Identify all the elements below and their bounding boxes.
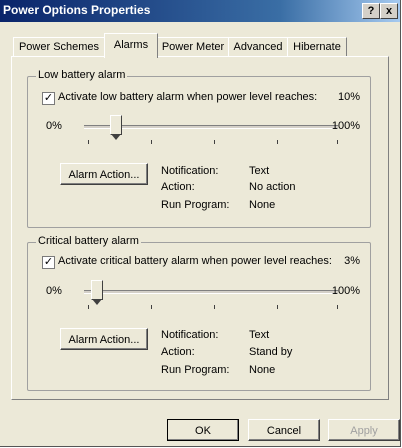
critical-alarm-action-button[interactable]: Alarm Action... xyxy=(60,328,148,350)
window-title: Power Options Properties xyxy=(3,3,151,17)
tab-alarms[interactable]: Alarms xyxy=(104,33,158,58)
low-battery-level: 10% xyxy=(337,91,360,103)
apply-button[interactable]: Apply xyxy=(328,419,400,441)
critical-battery-slider-track[interactable] xyxy=(84,290,338,294)
low-action-value: No action xyxy=(249,181,296,193)
low-battery-checkbox-label[interactable]: Activate low battery alarm when power le… xyxy=(58,91,317,103)
critical-slider-tick xyxy=(337,305,338,309)
help-button[interactable]: ? xyxy=(362,3,380,19)
power-options-dialog: Power Options Properties ? x Power Schem… xyxy=(0,0,401,447)
close-button[interactable]: x xyxy=(380,3,398,19)
low-notification-value: Text xyxy=(249,165,270,177)
low-slider-tick xyxy=(151,140,152,144)
low-battery-group-title: Low battery alarm xyxy=(36,69,128,81)
critical-run-program-value: None xyxy=(249,364,276,376)
low-slider-tick xyxy=(88,140,89,144)
low-slider-tick xyxy=(337,140,338,144)
critical-slider-tick xyxy=(151,305,152,309)
ok-button[interactable]: OK xyxy=(167,419,239,441)
critical-action-label: Action: xyxy=(161,346,195,358)
critical-slider-tick xyxy=(214,305,215,309)
tab-power-meter[interactable]: Power Meter xyxy=(157,37,229,57)
low-slider-max-label: 100% xyxy=(331,120,360,132)
cancel-button[interactable]: Cancel xyxy=(248,419,320,441)
critical-battery-group-title: Critical battery alarm xyxy=(36,235,141,247)
low-battery-slider-thumb[interactable] xyxy=(110,115,122,140)
low-notification-label: Notification: xyxy=(161,165,219,177)
critical-battery-slider-thumb[interactable] xyxy=(91,280,103,305)
low-slider-tick xyxy=(214,140,215,144)
critical-run-program-label: Run Program: xyxy=(161,364,230,376)
critical-slider-tick xyxy=(277,305,278,309)
critical-notification-label: Notification: xyxy=(161,329,219,341)
low-slider-tick xyxy=(277,140,278,144)
critical-battery-group: Critical battery alarm ✓ Activate critic… xyxy=(27,235,371,391)
low-run-program-label: Run Program: xyxy=(161,199,230,211)
low-battery-checkbox[interactable]: ✓ xyxy=(42,92,55,105)
title-bar[interactable]: Power Options Properties ? x xyxy=(0,0,400,22)
critical-action-value: Stand by xyxy=(249,346,293,358)
low-battery-slider-track[interactable] xyxy=(84,125,338,129)
critical-battery-level: 3% xyxy=(344,255,360,267)
critical-slider-max-label: 100% xyxy=(331,285,360,297)
critical-slider-tick xyxy=(88,305,89,309)
tab-hibernate[interactable]: Hibernate xyxy=(287,37,347,57)
critical-battery-checkbox-label[interactable]: Activate critical battery alarm when pow… xyxy=(58,255,332,267)
low-alarm-action-button[interactable]: Alarm Action... xyxy=(60,163,148,185)
critical-notification-value: Text xyxy=(249,329,270,341)
tab-power-schemes[interactable]: Power Schemes xyxy=(13,37,105,57)
low-run-program-value: None xyxy=(249,199,276,211)
tab-advanced[interactable]: Advanced xyxy=(228,37,288,57)
low-action-label: Action: xyxy=(161,181,195,193)
critical-battery-checkbox[interactable]: ✓ xyxy=(42,256,55,269)
low-battery-group: Low battery alarm ✓ Activate low battery… xyxy=(27,69,371,228)
critical-slider-min-label: 0% xyxy=(46,285,62,297)
low-slider-min-label: 0% xyxy=(46,120,62,132)
